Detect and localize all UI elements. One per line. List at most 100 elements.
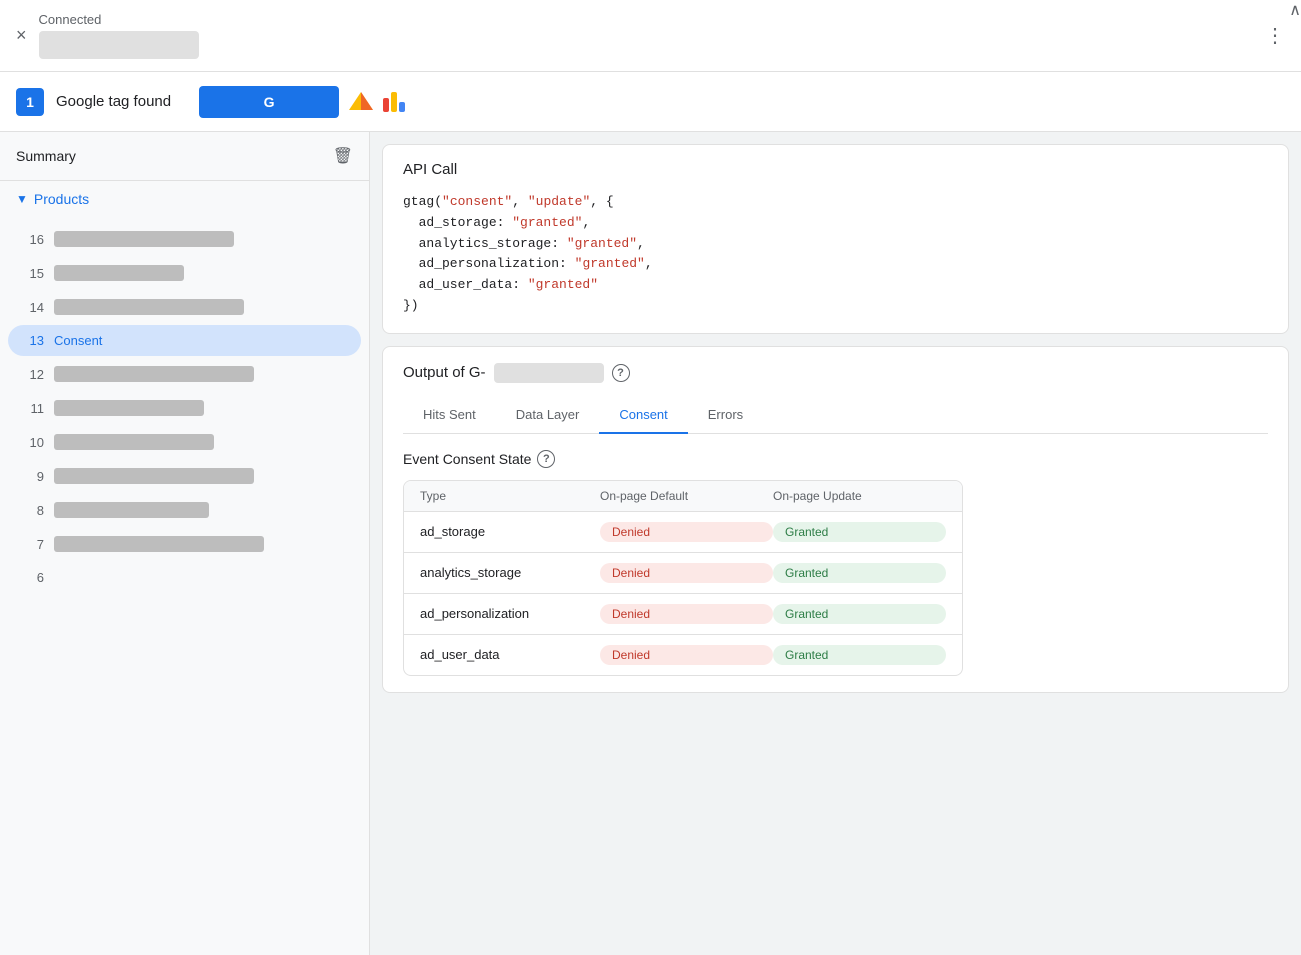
consent-help-icon[interactable]: ? [537, 450, 555, 468]
products-header[interactable]: ▼ Products [0, 181, 369, 217]
item-bar [54, 468, 254, 484]
list-item[interactable]: 15 [8, 257, 361, 289]
status-badge-granted: Granted [773, 645, 946, 665]
tab-consent[interactable]: Consent [599, 397, 687, 434]
list-item[interactable]: 8 [8, 494, 361, 526]
status-badge-granted: Granted [773, 604, 946, 624]
consent-state-title: Event Consent State ? [403, 450, 1268, 468]
help-icon[interactable]: ? [612, 364, 630, 382]
list-item[interactable]: 9 [8, 460, 361, 492]
item-bar [54, 400, 204, 416]
item-number: 6 [24, 570, 44, 585]
list-item[interactable]: 6 [8, 562, 361, 593]
item-bar [54, 265, 184, 281]
list-item[interactable]: 16 [8, 223, 361, 255]
list-item[interactable]: 11 [8, 392, 361, 424]
consent-type: ad_user_data [420, 647, 600, 662]
gtag-button[interactable]: G [199, 86, 339, 118]
item-number: 15 [24, 266, 44, 281]
code-text: ad_personalization: [403, 256, 575, 271]
page-title: Google tag found [56, 93, 171, 110]
item-number: 16 [24, 232, 44, 247]
consent-table: Type On-page Default On-page Update ad_s… [403, 480, 963, 676]
table-header: Type On-page Default On-page Update [404, 481, 962, 512]
output-title: Output of G- [403, 364, 486, 381]
code-text: ad_storage: [403, 215, 512, 230]
main-layout: Summary 🗑 ▼ Products 16 15 14 [0, 132, 1301, 955]
more-icon[interactable]: ⋮ [1265, 23, 1285, 48]
status-badge-granted: Granted [773, 563, 946, 583]
item-bar [54, 366, 254, 382]
code-block: gtag("consent", "update", { ad_storage: … [403, 192, 1268, 317]
list-item[interactable]: 14 [8, 291, 361, 323]
item-number: 10 [24, 435, 44, 450]
tab-hits-sent[interactable]: Hits Sent [403, 397, 496, 434]
item-bar [54, 434, 214, 450]
api-call-card: API Call ∧ gtag("consent", "update", { a… [382, 144, 1289, 334]
consent-section: Event Consent State ? Type On-page Defau… [403, 450, 1268, 676]
sidebar: Summary 🗑 ▼ Products 16 15 14 [0, 132, 370, 955]
google-analytics-icon[interactable] [383, 92, 405, 112]
status-badge-granted: Granted [773, 522, 946, 542]
gtag-icon: G [264, 94, 275, 110]
code-val: "granted" [567, 236, 637, 251]
item-bar [54, 536, 264, 552]
code-val: "granted" [575, 256, 645, 271]
code-arg2: "update" [528, 194, 590, 209]
code-text: , [512, 194, 528, 209]
code-text: analytics_storage: [403, 236, 567, 251]
tag-icons: G [199, 86, 405, 118]
table-row: analytics_storage Denied Granted [404, 553, 962, 594]
item-number: 12 [24, 367, 44, 382]
item-number: 13 [24, 333, 44, 348]
chevron-down-icon: ▼ [16, 192, 28, 206]
close-icon[interactable]: × [16, 25, 27, 46]
item-number: 7 [24, 537, 44, 552]
tab-data-layer[interactable]: Data Layer [496, 397, 600, 434]
output-tabs: Hits Sent Data Layer Consent Errors [403, 397, 1268, 434]
consent-type: analytics_storage [420, 565, 600, 580]
sidebar-summary: Summary 🗑 [0, 132, 369, 181]
api-call-title: API Call [403, 161, 457, 178]
code-text: , [637, 236, 645, 251]
top-bar: × Connected ⋮ [0, 0, 1301, 72]
consent-type: ad_personalization [420, 606, 600, 621]
code-text: gtag( [403, 194, 442, 209]
item-number: 11 [24, 401, 44, 416]
table-row: ad_user_data Denied Granted [404, 635, 962, 675]
status-badge-denied: Denied [600, 563, 773, 583]
output-card: Output of G- ? Hits Sent Data Layer Cons… [382, 346, 1289, 693]
tab-errors[interactable]: Errors [688, 397, 763, 434]
header-row: 1 Google tag found G [0, 72, 1301, 132]
code-val: "granted" [512, 215, 582, 230]
item-label: Consent [54, 333, 102, 348]
summary-label: Summary [16, 148, 76, 164]
item-number: 9 [24, 469, 44, 484]
output-id [494, 363, 604, 383]
item-bar [54, 231, 234, 247]
section-header: API Call ∧ [403, 161, 1268, 192]
clear-icon[interactable]: 🗑 [333, 146, 353, 166]
output-title-row: Output of G- ? [403, 363, 1268, 383]
code-text: , { [590, 194, 613, 209]
code-text: , [582, 215, 590, 230]
google-ads-icon[interactable] [347, 88, 375, 116]
main-content: API Call ∧ gtag("consent", "update", { a… [370, 132, 1301, 955]
col-type: Type [420, 489, 600, 503]
status-badge-denied: Denied [600, 522, 773, 542]
code-val: "granted" [528, 277, 598, 292]
table-row: ad_storage Denied Granted [404, 512, 962, 553]
list-item[interactable]: 7 [8, 528, 361, 560]
status-badge-denied: Denied [600, 604, 773, 624]
code-text: }) [403, 298, 419, 313]
list-item[interactable]: 12 [8, 358, 361, 390]
sidebar-item-consent[interactable]: 13 Consent [8, 325, 361, 356]
top-bar-left: × Connected [16, 12, 199, 59]
item-bar [54, 299, 244, 315]
list-item[interactable]: 10 [8, 426, 361, 458]
consent-type: ad_storage [420, 524, 600, 539]
connection-status: Connected [39, 12, 199, 27]
item-number: 14 [24, 300, 44, 315]
col-default: On-page Default [600, 489, 773, 503]
code-text: , [645, 256, 653, 271]
